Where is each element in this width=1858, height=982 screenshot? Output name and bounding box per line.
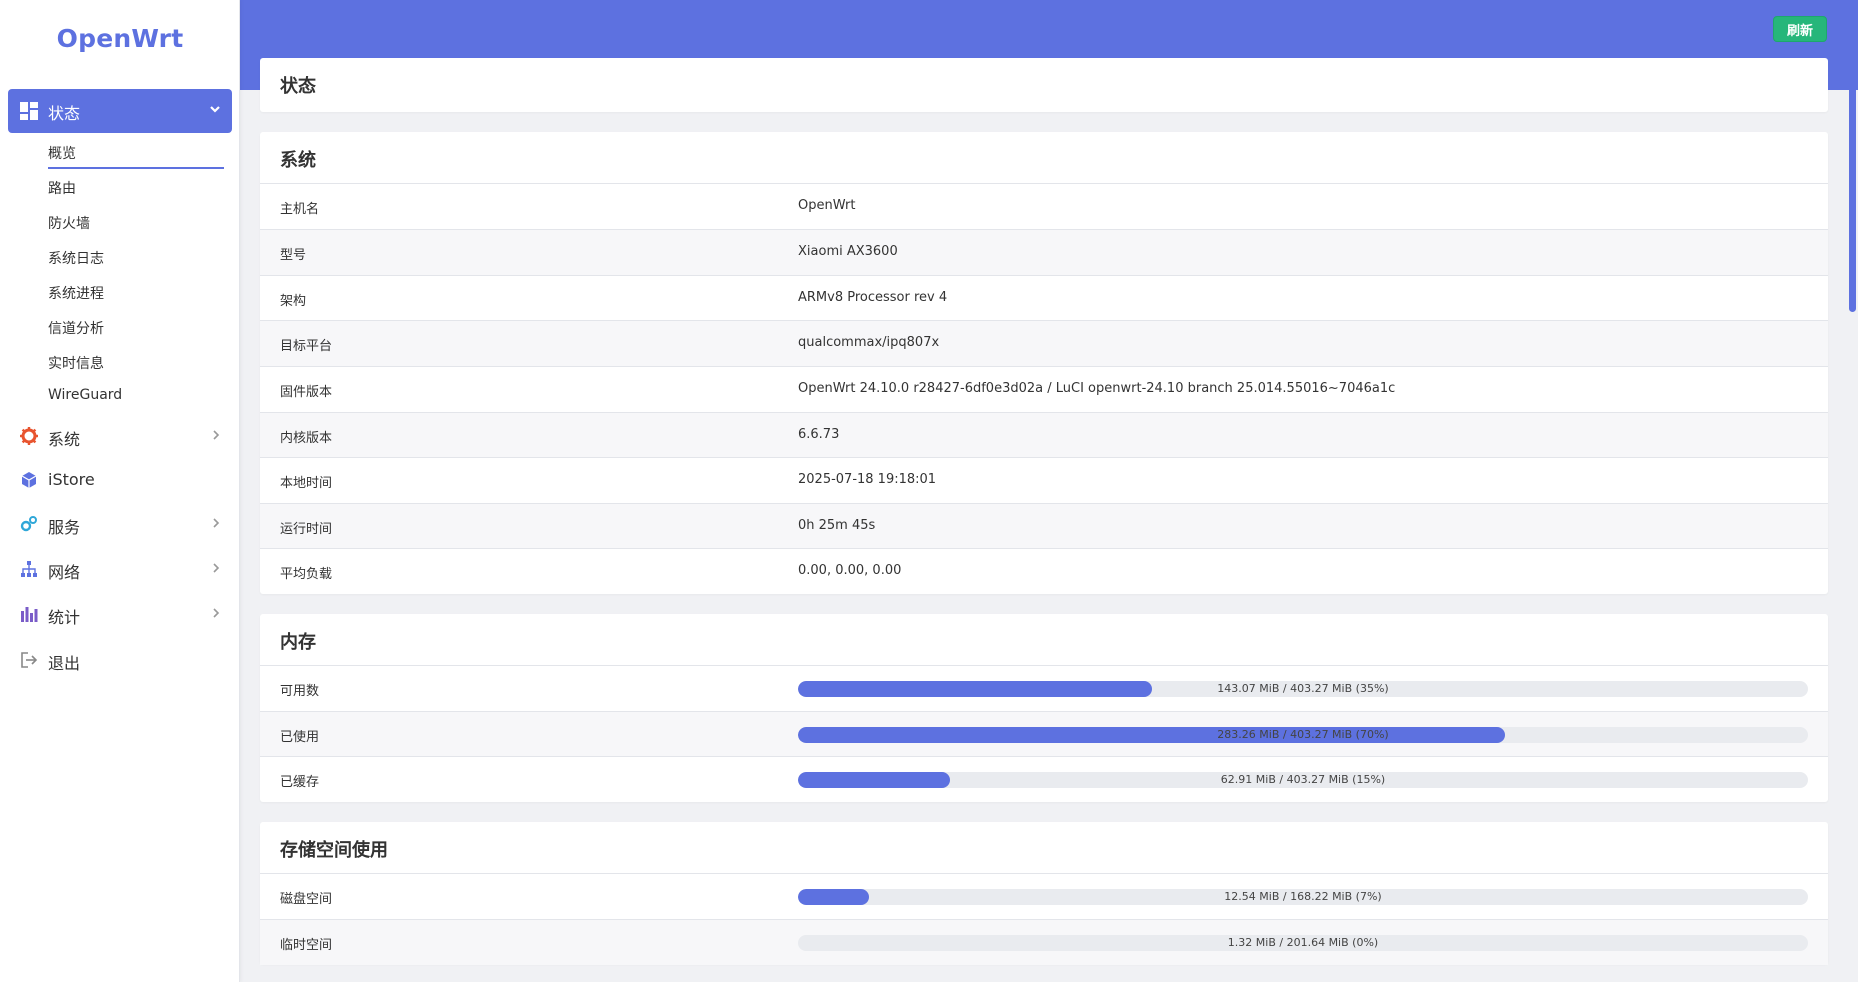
cogs-icon	[20, 516, 37, 532]
sidebar-item-services[interactable]: 服务	[0, 509, 240, 539]
submenu-item-routes[interactable]: 路由	[48, 178, 76, 198]
row-value: Xiaomi AX3600	[798, 244, 898, 259]
row-key: 可用数	[280, 684, 320, 699]
openwrt-logo[interactable]: OpenWrt	[0, 24, 240, 53]
submenu-item-realtime[interactable]: 实时信息	[48, 353, 104, 373]
table-row: 已缓存 62.91 MiB / 403.27 MiB (15%)	[260, 756, 1828, 802]
row-key: 内核版本	[280, 431, 333, 446]
bar-chart-icon	[21, 607, 38, 622]
table-row: 架构 ARMv8 Processor rev 4	[260, 275, 1828, 321]
row-value: 2025-07-18 19:18:01	[798, 472, 937, 487]
row-key: 主机名	[280, 202, 320, 217]
table-row: 磁盘空间 12.54 MiB / 168.22 MiB (7%)	[260, 873, 1828, 919]
row-key: 已缓存	[280, 775, 320, 790]
system-card: 系统 主机名 OpenWrt 型号 Xiaomi AX3600 架构 ARMv8…	[260, 132, 1828, 594]
row-value: qualcommax/ipq807x	[798, 335, 940, 350]
progress-text: 143.07 MiB / 403.27 MiB (35%)	[1217, 682, 1389, 695]
sidebar-item-label: 服务	[48, 518, 81, 537]
table-row: 已使用 283.26 MiB / 403.27 MiB (70%)	[260, 711, 1828, 757]
sidebar-item-istore[interactable]: iStore	[0, 465, 240, 495]
progress-bar: 283.26 MiB / 403.27 MiB (70%)	[798, 727, 1808, 743]
active-underline	[48, 167, 224, 169]
gear-icon	[20, 427, 38, 445]
network-icon	[21, 561, 37, 577]
section-title-system: 系统	[280, 150, 316, 171]
row-key: 型号	[280, 248, 307, 263]
row-key: 固件版本	[280, 385, 333, 400]
progress-bar: 12.54 MiB / 168.22 MiB (7%)	[798, 889, 1808, 905]
sidebar-item-label: iStore	[48, 470, 95, 489]
submenu-item-wireguard[interactable]: WireGuard	[48, 387, 122, 403]
section-title-storage: 存储空间使用	[280, 840, 388, 861]
row-key: 磁盘空间	[280, 892, 333, 907]
storage-card: 存储空间使用 磁盘空间 12.54 MiB / 168.22 MiB (7%) …	[260, 822, 1828, 965]
progress-bar: 62.91 MiB / 403.27 MiB (15%)	[798, 772, 1808, 788]
submenu-item-overview[interactable]: 概览	[48, 143, 76, 163]
sidebar-item-network[interactable]: 网络	[0, 554, 240, 584]
row-key: 架构	[280, 294, 307, 309]
logout-icon	[21, 652, 38, 668]
sidebar-item-label: 系统	[48, 430, 81, 449]
table-row: 平均负载 0.00, 0.00, 0.00	[260, 548, 1828, 594]
row-key: 运行时间	[280, 522, 333, 537]
row-value: OpenWrt 24.10.0 r28427-6df0e3d02a / LuCI…	[798, 381, 1396, 396]
table-row: 临时空间 1.32 MiB / 201.64 MiB (0%)	[260, 919, 1828, 965]
progress-text: 12.54 MiB / 168.22 MiB (7%)	[1224, 890, 1382, 903]
cube-icon	[21, 472, 37, 488]
row-value: 0.00, 0.00, 0.00	[798, 563, 902, 578]
sidebar-item-system[interactable]: 系统	[0, 421, 240, 451]
sidebar-item-status[interactable]: 状态	[8, 89, 232, 133]
section-title-memory: 内存	[280, 632, 316, 653]
chevron-right-icon	[213, 608, 220, 618]
submenu-item-channel-analysis[interactable]: 信道分析	[48, 318, 104, 338]
chevron-down-icon	[210, 106, 220, 113]
table-row: 型号 Xiaomi AX3600	[260, 229, 1828, 275]
submenu-item-syslog[interactable]: 系统日志	[48, 248, 104, 268]
refresh-button[interactable]: 刷新	[1773, 16, 1827, 42]
sidebar-item-logout[interactable]: 退出	[0, 645, 240, 675]
sidebar-item-label: 退出	[48, 654, 81, 673]
table-row: 主机名 OpenWrt	[260, 183, 1828, 229]
row-key: 目标平台	[280, 339, 333, 354]
row-value: 0h 25m 45s	[798, 518, 876, 533]
page-header-card: 状态	[260, 58, 1828, 112]
row-key: 平均负载	[280, 567, 333, 582]
submenu-item-firewall[interactable]: 防火墙	[48, 213, 90, 233]
table-row: 运行时间 0h 25m 45s	[260, 503, 1828, 549]
progress-text: 62.91 MiB / 403.27 MiB (15%)	[1220, 773, 1386, 786]
progress-text: 1.32 MiB / 201.64 MiB (0%)	[1227, 936, 1379, 949]
sidebar-item-label: 状态	[48, 104, 81, 123]
memory-card: 内存 可用数 143.07 MiB / 403.27 MiB (35%) 已使用…	[260, 614, 1828, 802]
chevron-right-icon	[213, 430, 220, 440]
row-key: 临时空间	[280, 938, 333, 953]
scrollbar-thumb[interactable]	[1849, 6, 1856, 312]
row-value: OpenWrt	[798, 198, 856, 213]
progress-text: 283.26 MiB / 403.27 MiB (70%)	[1217, 728, 1389, 741]
chevron-right-icon	[213, 563, 220, 573]
row-key: 已使用	[280, 730, 320, 745]
chevron-right-icon	[213, 518, 220, 528]
table-row: 目标平台 qualcommax/ipq807x	[260, 320, 1828, 366]
sidebar-item-statistics[interactable]: 统计	[0, 599, 240, 629]
sidebar-item-label: 网络	[48, 563, 81, 582]
submenu-item-processes[interactable]: 系统进程	[48, 283, 104, 303]
page-title: 状态	[280, 76, 316, 97]
table-row: 内核版本 6.6.73	[260, 412, 1828, 458]
sidebar: OpenWrt 状态 概览 路由 防火墙 系统日志 系统进程 信道分析 实时信息…	[0, 0, 240, 982]
table-row: 可用数 143.07 MiB / 403.27 MiB (35%)	[260, 665, 1828, 711]
table-row: 固件版本 OpenWrt 24.10.0 r28427-6df0e3d02a /…	[260, 366, 1828, 412]
progress-bar: 143.07 MiB / 403.27 MiB (35%)	[798, 681, 1808, 697]
table-row: 本地时间 2025-07-18 19:18:01	[260, 457, 1828, 503]
sidebar-item-label: 统计	[48, 608, 81, 627]
row-value: 6.6.73	[798, 427, 840, 442]
progress-bar: 1.32 MiB / 201.64 MiB (0%)	[798, 935, 1808, 951]
dashboard-icon	[20, 102, 38, 120]
row-key: 本地时间	[280, 476, 333, 491]
row-value: ARMv8 Processor rev 4	[798, 290, 948, 305]
